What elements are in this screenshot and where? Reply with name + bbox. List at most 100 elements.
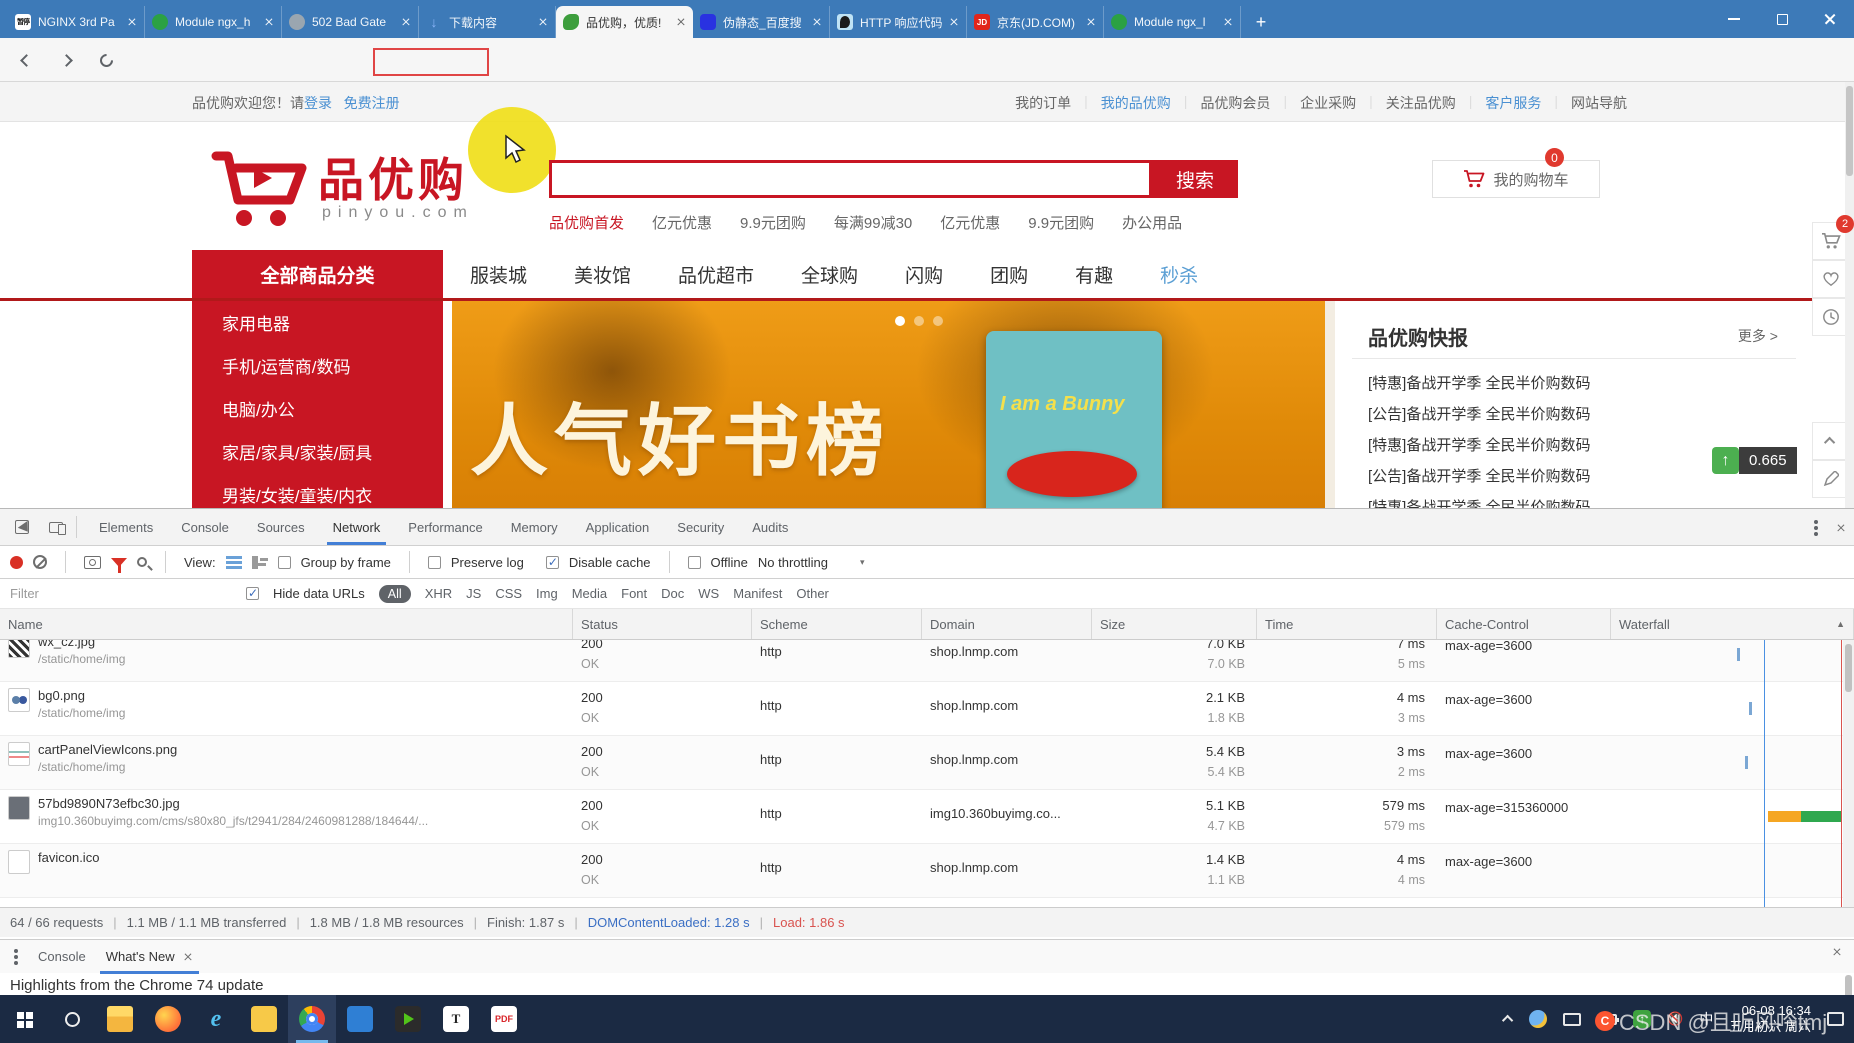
tab-close-icon[interactable] (812, 17, 822, 27)
group-by-frame-label[interactable]: Group by frame (301, 555, 391, 570)
category-home[interactable]: 家居/家具/家装/厨具 (192, 430, 443, 473)
column-size[interactable]: Size (1092, 609, 1257, 639)
nav-item-clothing[interactable]: 服装城 (470, 261, 527, 288)
maximize-button[interactable] (1758, 0, 1806, 38)
filter-type-font[interactable]: Font (621, 586, 647, 601)
site-logo-text[interactable]: 品优购 (318, 144, 468, 210)
offline-checkbox[interactable] (688, 556, 701, 569)
hotword-link[interactable]: 亿元优惠 (652, 212, 712, 233)
filter-type-other[interactable]: Other (796, 586, 829, 601)
hide-data-urls-label[interactable]: Hide data URLs (273, 586, 365, 601)
filter-type-img[interactable]: Img (536, 586, 558, 601)
devtools-tab-network[interactable]: Network (319, 509, 395, 545)
nav-item-flash[interactable]: 闪购 (905, 261, 943, 288)
filter-type-all[interactable]: All (379, 585, 411, 603)
battery-tray-icon[interactable] (1597, 1014, 1617, 1025)
volume-muted-icon[interactable]: 🔇 (1667, 1011, 1683, 1027)
tab-close-icon[interactable] (676, 17, 686, 27)
filter-type-manifest[interactable]: Manifest (733, 586, 782, 601)
tab-close-icon[interactable] (264, 17, 274, 27)
network-row-favicon[interactable]: favicon.ico 200OK http shop.lnmp.com 1.4… (0, 844, 1854, 898)
filter-type-media[interactable]: Media (572, 586, 607, 601)
filter-input[interactable]: Filter (10, 586, 232, 601)
category-apparel[interactable]: 男装/女装/童装/内衣 (192, 473, 443, 508)
network-row-wxcz[interactable]: wx_cz.jpg /static/home/img 200OK http sh… (0, 640, 1854, 682)
tab-downloads[interactable]: ↓ 下载内容 (419, 6, 556, 38)
category-appliances[interactable]: 家用电器 (192, 301, 443, 344)
inspect-element-button[interactable] (10, 515, 34, 539)
view-waterfall-icon[interactable] (252, 556, 268, 569)
news-item[interactable]: [公告]备战开学季 全民半价购数码 (1368, 461, 1591, 492)
start-button[interactable] (0, 995, 48, 1043)
preserve-log-checkbox[interactable] (428, 556, 441, 569)
file-explorer-button[interactable] (96, 995, 144, 1043)
filter-type-xhr[interactable]: XHR (425, 586, 452, 601)
topbar-link-member[interactable]: 品优购会员 (1187, 93, 1283, 113)
hotword-link[interactable]: 每满99减30 (834, 212, 912, 233)
cart-logo-icon[interactable] (210, 150, 310, 232)
tab-close-icon[interactable] (538, 17, 548, 27)
news-item[interactable]: [特惠]备战开学季 全民半价购数码 (1368, 492, 1591, 508)
search-button[interactable]: 搜索 (1152, 160, 1238, 198)
minimize-button[interactable] (1710, 0, 1758, 38)
hotword-link[interactable]: 亿元优惠 (940, 212, 1000, 233)
tab-http-codes[interactable]: HTTP 响应代码 (830, 6, 967, 38)
filter-funnel-icon[interactable] (111, 558, 127, 567)
offline-label[interactable]: Offline (711, 555, 748, 570)
nav-item-beauty[interactable]: 美妆馆 (574, 261, 631, 288)
devtools-tab-security[interactable]: Security (663, 509, 738, 545)
hide-data-urls-checkbox[interactable] (246, 587, 259, 600)
column-domain[interactable]: Domain (922, 609, 1092, 639)
carousel-dot[interactable] (914, 316, 924, 326)
filter-type-js[interactable]: JS (466, 586, 481, 601)
nav-item-supermarket[interactable]: 品优超市 (678, 261, 754, 288)
close-button[interactable] (1806, 0, 1854, 38)
my-cart-button[interactable]: 我的购物车 (1432, 160, 1600, 198)
throttling-select[interactable]: No throttling (758, 555, 828, 570)
internet-explorer-button[interactable]: e (192, 995, 240, 1043)
topbar-link-my-pinyougou[interactable]: 我的品优购 (1088, 93, 1184, 113)
tab-module-ngx-1[interactable]: Module ngx_h (145, 6, 282, 38)
tab-502-bad-gateway[interactable]: 502 Bad Gate (282, 6, 419, 38)
tab-jd[interactable]: JD 京东(JD.COM) (967, 6, 1104, 38)
hotword-link[interactable]: 办公用品 (1122, 212, 1182, 233)
network-row-57bd9890[interactable]: 57bd9890N73efbc30.jpg img10.360buyimg.co… (0, 790, 1854, 844)
drawer-tab-close-icon[interactable] (183, 952, 193, 962)
filter-type-doc[interactable]: Doc (661, 586, 684, 601)
news-item[interactable]: [公告]备战开学季 全民半价购数码 (1368, 399, 1591, 430)
record-button[interactable] (10, 556, 23, 569)
news-item[interactable]: [特惠]备战开学季 全民半价购数码 (1368, 368, 1591, 399)
disable-cache-checkbox[interactable] (546, 556, 559, 569)
hotword-link[interactable]: 9.9元团购 (740, 212, 806, 233)
devtools-tab-elements[interactable]: Elements (85, 509, 167, 545)
tab-close-icon[interactable] (949, 17, 959, 27)
taskbar-search-button[interactable] (48, 995, 96, 1043)
column-name[interactable]: Name (0, 609, 573, 639)
nav-item-group[interactable]: 团购 (990, 261, 1028, 288)
uploader-tray-icon[interactable]: ↑ (1633, 1010, 1651, 1028)
devtools-tab-memory[interactable]: Memory (497, 509, 572, 545)
column-waterfall[interactable]: Waterfall▲ (1611, 609, 1854, 639)
drawer-tab-console[interactable]: Console (28, 940, 96, 974)
forward-button[interactable] (54, 48, 78, 72)
devtools-tab-application[interactable]: Application (572, 509, 664, 545)
news-item[interactable]: [特惠]备战开学季 全民半价购数码 (1368, 430, 1591, 461)
screenshot-capture-icon[interactable] (84, 556, 101, 569)
carousel-dot-active[interactable] (895, 316, 905, 326)
hero-banner[interactable]: 人气好书榜 I am a Bunny (452, 301, 1335, 508)
tab-pinyougou-active[interactable]: 品优购，优质! (556, 6, 693, 38)
media-player-button[interactable] (384, 995, 432, 1043)
clear-button[interactable] (33, 555, 47, 569)
column-status[interactable]: Status (573, 609, 752, 639)
tray-expand-button[interactable] (1505, 1015, 1513, 1023)
blue-app-button[interactable] (336, 995, 384, 1043)
filter-type-ws[interactable]: WS (698, 586, 719, 601)
column-cache-control[interactable]: Cache-Control (1437, 609, 1611, 639)
pdf-reader-button[interactable]: PDF (480, 995, 528, 1043)
dictionary-app-button[interactable] (240, 995, 288, 1043)
network-row-bg0[interactable]: bg0.png /static/home/img 200OK http shop… (0, 682, 1854, 736)
devtools-close-icon[interactable] (1836, 523, 1846, 533)
topbar-link-orders[interactable]: 我的订单 (1002, 93, 1084, 113)
nav-item-global[interactable]: 全球购 (801, 261, 858, 288)
devtools-tab-sources[interactable]: Sources (243, 509, 319, 545)
